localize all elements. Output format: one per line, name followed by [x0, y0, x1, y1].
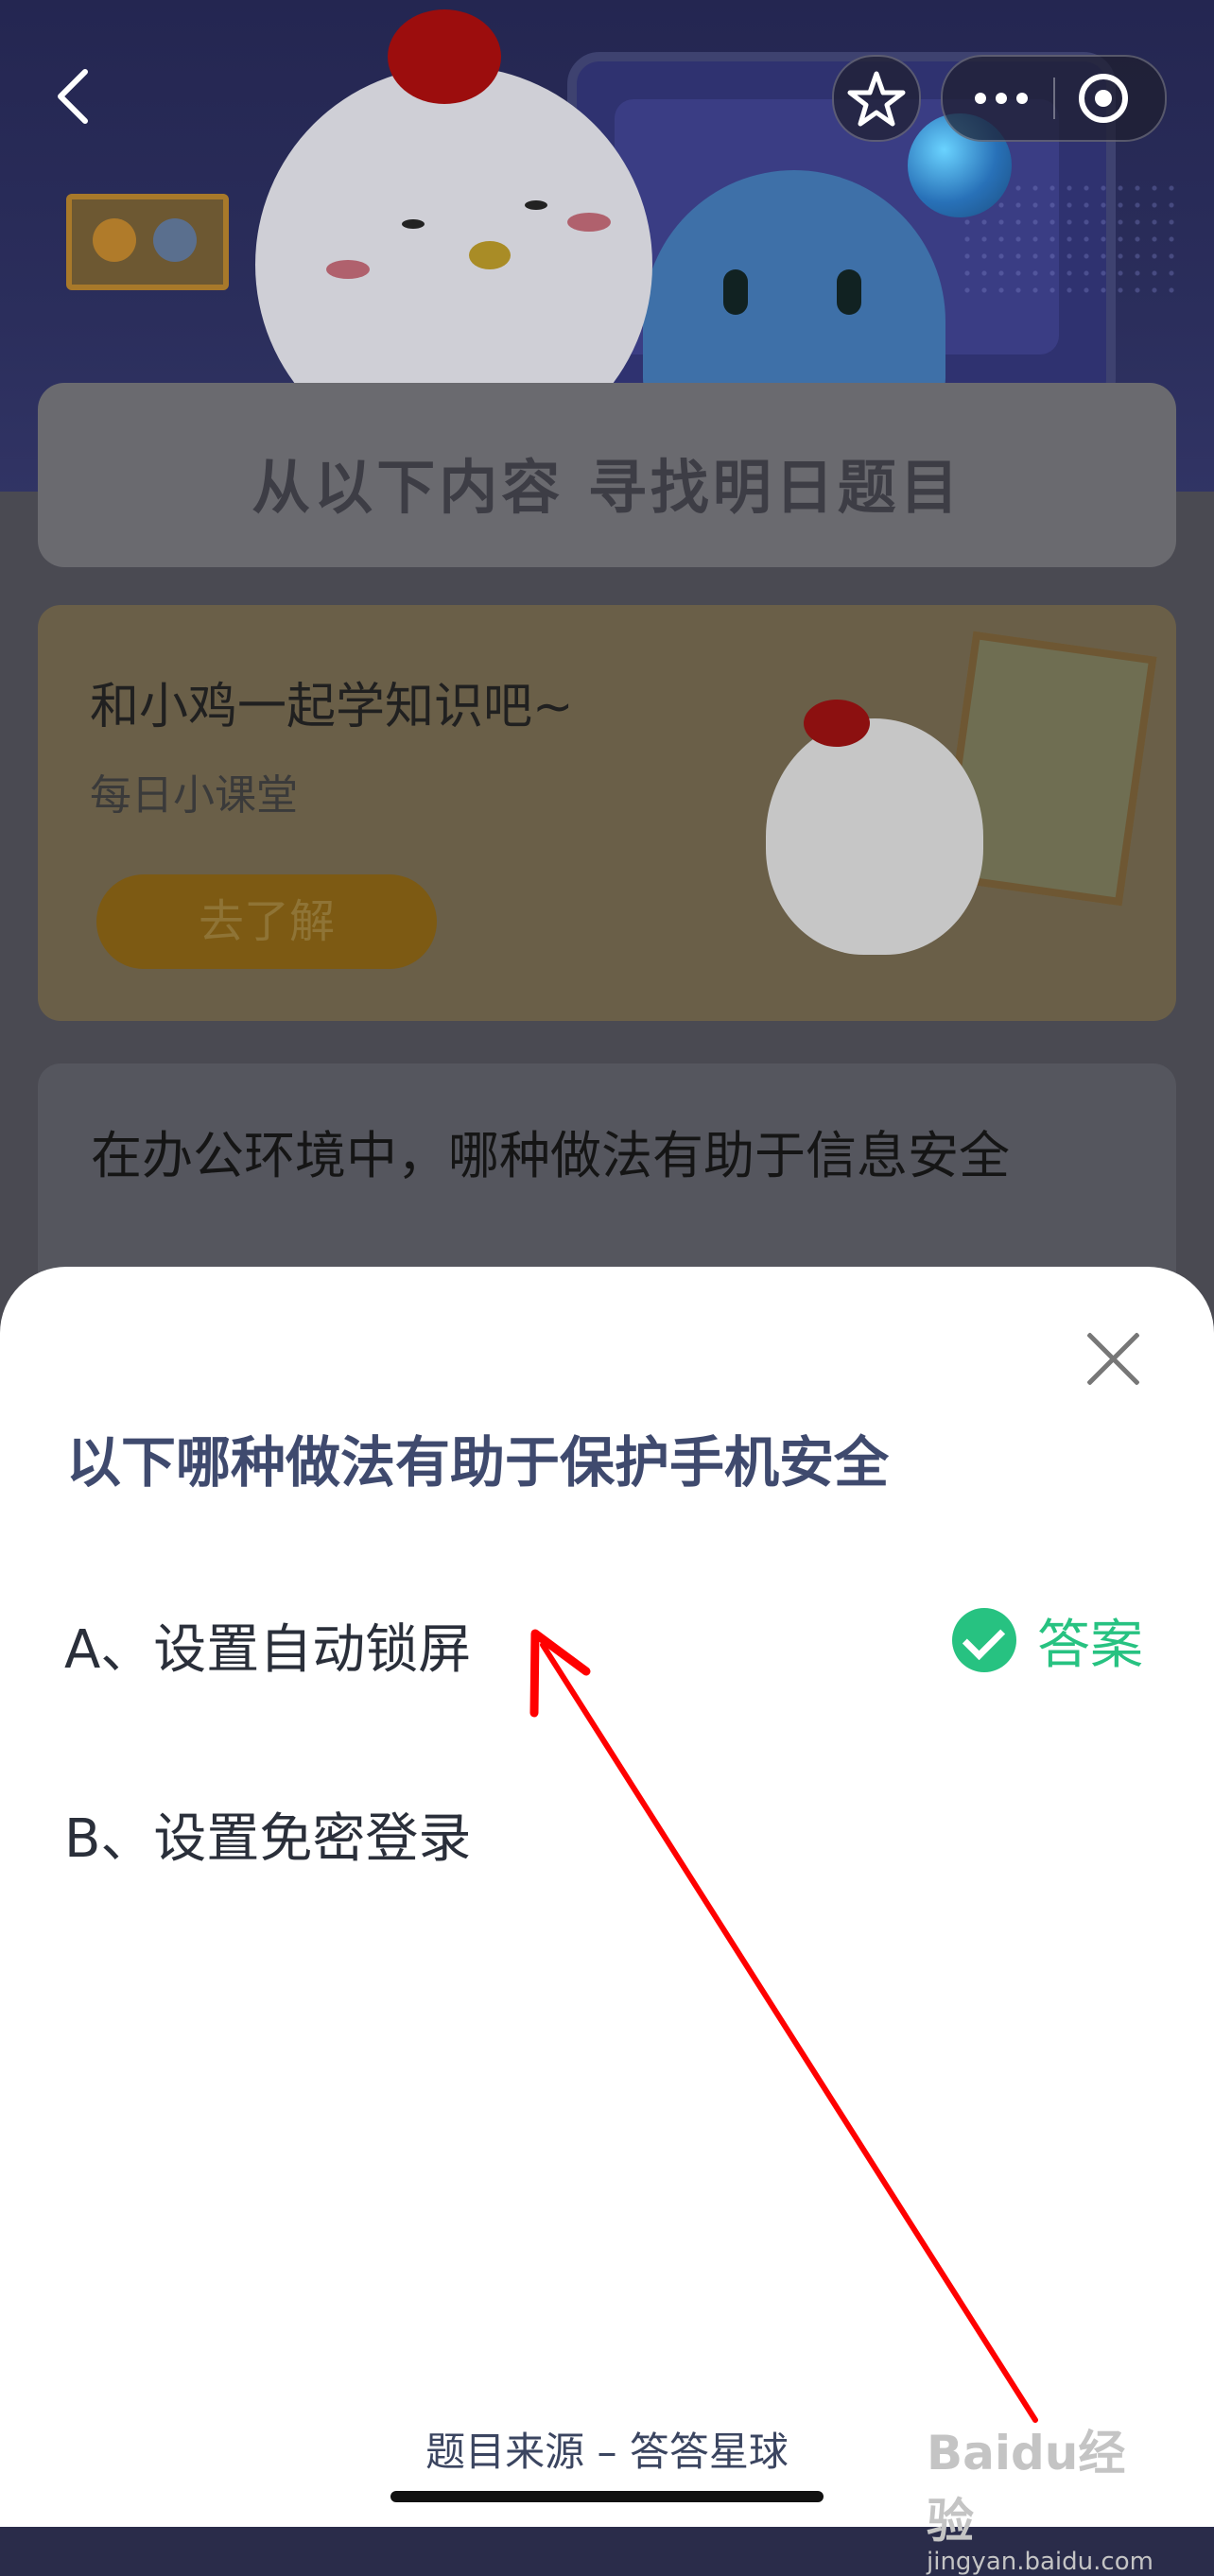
watermark-url: jingyan.baidu.com — [927, 2548, 1153, 2576]
annotation-arrow — [529, 1629, 1038, 2423]
